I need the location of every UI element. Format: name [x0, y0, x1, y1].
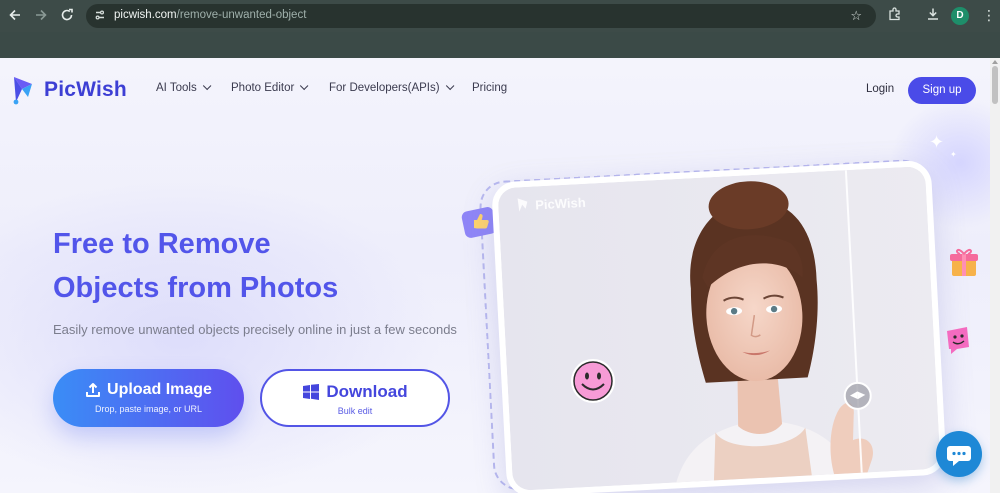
download-sublabel: Bulk edit	[337, 406, 373, 416]
scroll-up-arrow-icon[interactable]	[992, 60, 998, 64]
portrait-illustration	[497, 166, 941, 491]
chevron-down-icon	[445, 81, 454, 91]
nav-photo-editor-label: Photo Editor	[231, 82, 295, 94]
hero-title-line1: Free to Remove	[53, 228, 271, 260]
hero-title-line2: Objects from Photos	[53, 272, 339, 304]
signup-button[interactable]: Sign up	[908, 77, 976, 104]
sparkle-small-icon: ✦	[950, 150, 957, 159]
picwish-logo-icon	[13, 77, 32, 105]
emoji-chat-badge-icon	[947, 327, 969, 354]
login-link[interactable]: Login	[866, 83, 894, 95]
upload-image-button[interactable]: Upload Image Drop, paste image, or URL	[53, 369, 244, 427]
nav-for-developers-label: For Developers(APIs)	[329, 82, 440, 94]
windows-icon	[303, 384, 320, 400]
live-chat-button[interactable]	[936, 431, 982, 477]
watermark-text: PicWish	[534, 194, 587, 212]
nav-pricing-label: Pricing	[472, 82, 508, 94]
address-bar[interactable]: picwish.com/remove-unwanted-object ☆	[86, 4, 876, 28]
bookmark-star-icon[interactable]: ☆	[850, 8, 862, 24]
scrollbar-thumb[interactable]	[992, 66, 998, 104]
download-main: Download	[262, 382, 448, 402]
back-icon[interactable]	[7, 8, 23, 24]
nav-ai-tools-label: AI Tools	[156, 82, 197, 94]
sparkle-icon: ✦	[929, 132, 945, 152]
watermark-logo-icon	[517, 198, 528, 212]
before-after-preview[interactable]: PicWish ◀▶	[491, 159, 947, 493]
url-path: /remove-unwanted-object	[176, 9, 307, 21]
brand-name: PicWish	[44, 78, 127, 101]
chevron-down-icon	[300, 81, 309, 91]
menu-kebab-icon[interactable]: ⋮	[982, 7, 996, 24]
address-bar-row: picwish.com/remove-unwanted-object ☆ D ⋮	[0, 0, 1000, 32]
portrait-photo: PicWish ◀▶	[497, 166, 941, 491]
browser-chrome: picwish.com/remove-unwanted-object ☆ D ⋮	[0, 0, 1000, 58]
nav-for-developers[interactable]: For Developers(APIs)	[329, 81, 454, 94]
download-button[interactable]: Download Bulk edit	[260, 369, 450, 427]
upload-main: Upload Image	[53, 381, 244, 399]
url-domain: picwish.com	[114, 9, 177, 21]
download-label: Download	[326, 382, 408, 401]
extensions-icon[interactable]	[886, 7, 904, 25]
profile-avatar[interactable]: D	[951, 7, 969, 25]
brand-logo[interactable]: PicWish	[12, 74, 127, 106]
download-icon[interactable]	[924, 7, 942, 25]
nav-ai-tools[interactable]: AI Tools	[156, 81, 212, 94]
page-scrollbar[interactable]	[990, 58, 1000, 493]
page: ✦ ✦ PicWish AI Tools Photo Editor For De…	[0, 58, 990, 493]
nav-pricing[interactable]: Pricing	[472, 82, 507, 94]
hero-subtitle: Easily remove unwanted objects precisely…	[53, 322, 457, 337]
chat-bubble-icon	[947, 446, 971, 466]
forward-icon[interactable]	[33, 8, 49, 24]
site-info-icon[interactable]	[94, 9, 108, 23]
nav-photo-editor[interactable]: Photo Editor	[231, 81, 309, 94]
reload-icon[interactable]	[59, 8, 75, 24]
upload-sublabel: Drop, paste image, or URL	[94, 404, 203, 414]
upload-icon	[86, 383, 101, 397]
smiley-sticker-icon	[571, 359, 615, 403]
upload-label: Upload Image	[107, 381, 212, 398]
chevron-down-icon	[202, 81, 212, 91]
url-text[interactable]: picwish.com/remove-unwanted-object	[114, 9, 306, 21]
hero-title: Free to Remove Objects from Photos	[53, 222, 338, 310]
gift-icon	[950, 248, 978, 276]
